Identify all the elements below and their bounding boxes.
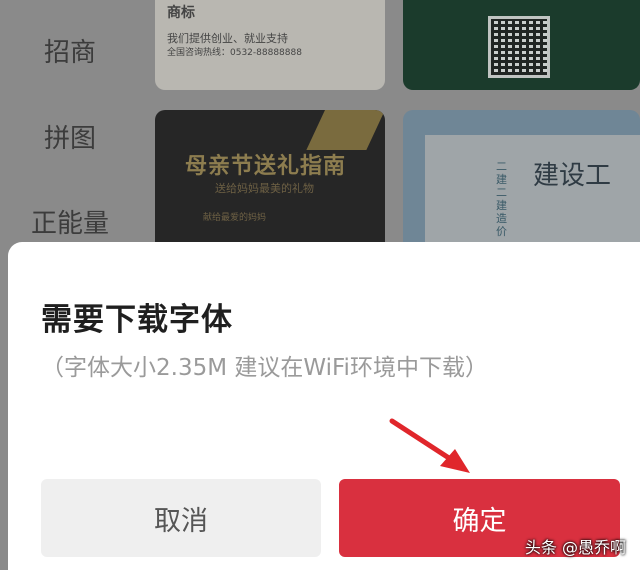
card-subtitle: 送给妈妈最美的礼物 [215, 182, 314, 195]
card-tag: 献给最爱的妈妈 [203, 213, 267, 223]
card-hotline: 全国咨询热线：0532-88888888 [167, 48, 302, 58]
card-vertical-text: 二建二建造价 [496, 160, 507, 238]
card-big-text: 建设工 [533, 161, 612, 191]
card-panel [425, 135, 640, 255]
dialog-subtitle: （字体大小2.35M 建议在WiFi环境中下载） [41, 355, 488, 381]
gold-ribbon-icon [306, 110, 385, 150]
category-item-positive-energy[interactable]: 正能量 [18, 203, 122, 240]
download-font-dialog: 需要下载字体 （字体大小2.35M 建议在WiFi环境中下载） 取消 确定 [8, 242, 640, 570]
watermark: 头条 @愚乔啊 [524, 538, 626, 557]
template-card-mothers-day[interactable]: 母亲节送礼指南 送给妈妈最美的礼物 献给最爱的妈妈 [155, 110, 385, 260]
card-title: 母亲节送礼指南 [185, 154, 347, 179]
card-slogan: 我们提供创业、就业支持 [167, 32, 288, 45]
template-card-merchants[interactable]: 商标 我们提供创业、就业支持 全国咨询热线：0532-88888888 [155, 0, 385, 90]
category-item-merchants[interactable]: 招商 [18, 32, 122, 69]
card-logo: 商标 [167, 5, 195, 21]
dialog-title: 需要下载字体 [41, 302, 233, 338]
template-card-qr[interactable] [403, 0, 640, 90]
category-item-collage[interactable]: 拼图 [18, 118, 122, 155]
template-card-construction[interactable]: 二建二建造价 建设工 [403, 110, 640, 260]
qr-code-icon [488, 16, 550, 78]
cancel-button[interactable]: 取消 [41, 479, 321, 557]
